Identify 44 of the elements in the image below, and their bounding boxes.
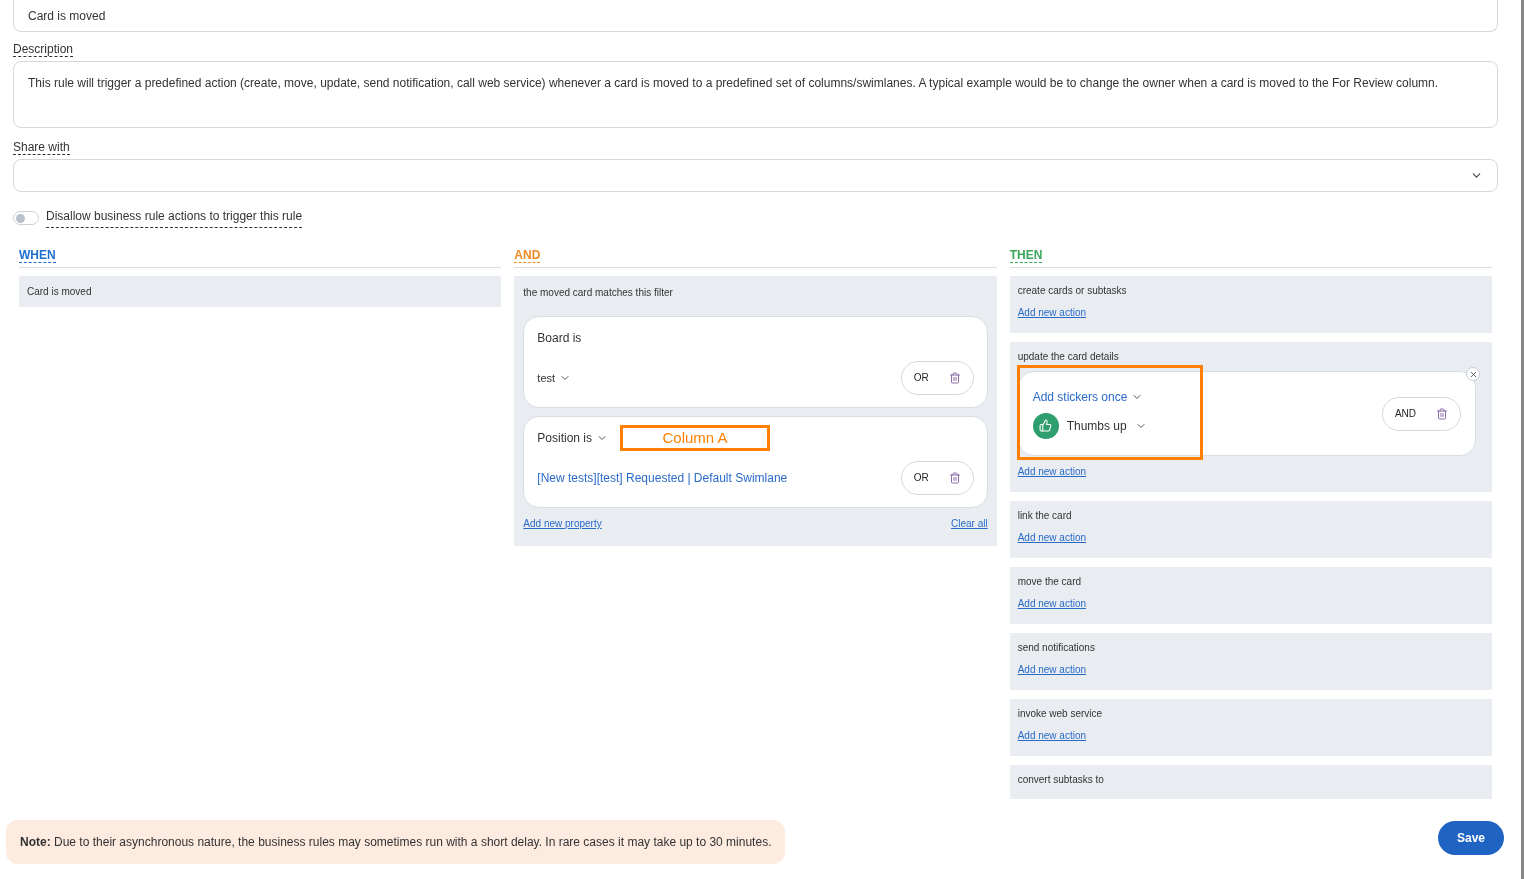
- column-heading: THEN: [1009, 248, 1043, 263]
- rule-name-field[interactable]: Card is moved: [13, 0, 1498, 32]
- add-action-link[interactable]: Add new action: [1017, 532, 1484, 544]
- delete-icon[interactable]: [1436, 407, 1448, 420]
- delete-icon[interactable]: [948, 472, 961, 484]
- operator-button[interactable]: AND: [1381, 396, 1461, 431]
- description-field[interactable]: This rule will trigger a predefined action (create, move, update, send notification, call web service) whenever a card is moved to a predefined set of columns/swimlanes. A typical example would be to change the owner when a card is moved to the For Review column.: [13, 61, 1498, 128]
- sticker-dropdown[interactable]: Thumbs up: [1066, 417, 1127, 434]
- action-group-title: invoke web service: [1017, 708, 1104, 720]
- condition-label: Board is: [537, 330, 582, 346]
- position-value-link[interactable]: [New tests][test] Requested | Default Swimlane: [537, 470, 788, 486]
- operator-button[interactable]: OR: [900, 361, 974, 395]
- scrollbar[interactable]: [1521, 0, 1524, 879]
- board-value[interactable]: test: [537, 370, 556, 386]
- column-heading: WHEN: [19, 248, 56, 263]
- save-button[interactable]: Save: [1438, 821, 1504, 855]
- toggle-switch[interactable]: [13, 211, 39, 225]
- add-action-link[interactable]: Add new action: [1017, 307, 1484, 319]
- toggle-label: Disallow business rule actions to trigger this rule: [46, 208, 303, 228]
- action-group-title: link the card: [1017, 510, 1073, 522]
- thumbs-up-icon: [1032, 412, 1059, 439]
- action-group-title: update the card details: [1017, 351, 1120, 363]
- add-action-link[interactable]: Add new action: [1017, 598, 1484, 610]
- filter-title: the moved card matches this filter: [523, 286, 674, 300]
- action-group-title: create cards or subtasks: [1017, 285, 1128, 297]
- column-heading: AND: [514, 248, 541, 263]
- trigger-panel: Card is moved: [19, 276, 502, 307]
- add-action-link[interactable]: Add new action: [1017, 466, 1484, 478]
- close-icon[interactable]: [1466, 367, 1480, 381]
- add-property-link[interactable]: Add new property: [523, 516, 602, 532]
- delete-icon[interactable]: [948, 372, 961, 384]
- note-banner: Note: Due to their asynchronous nature, the business rules may sometimes run with a short delay. In rare cases it may take up to 30 minutes.: [6, 820, 786, 864]
- condition-label: Position is: [537, 430, 593, 446]
- action-group-title: move the card: [1017, 576, 1083, 588]
- clear-all-link[interactable]: Clear all: [950, 516, 988, 532]
- annotation-label: Column A: [620, 425, 771, 451]
- action-type-dropdown[interactable]: Add stickers once: [1032, 388, 1128, 405]
- add-action-link[interactable]: Add new action: [1017, 730, 1484, 742]
- action-group-title: convert subtasks to: [1017, 774, 1105, 786]
- operator-button[interactable]: OR: [900, 461, 974, 495]
- add-action-link[interactable]: Add new action: [1017, 664, 1484, 676]
- description-label: Description: [13, 42, 74, 57]
- action-group-title: send notifications: [1017, 642, 1096, 654]
- share-with-label: Share with: [13, 140, 70, 155]
